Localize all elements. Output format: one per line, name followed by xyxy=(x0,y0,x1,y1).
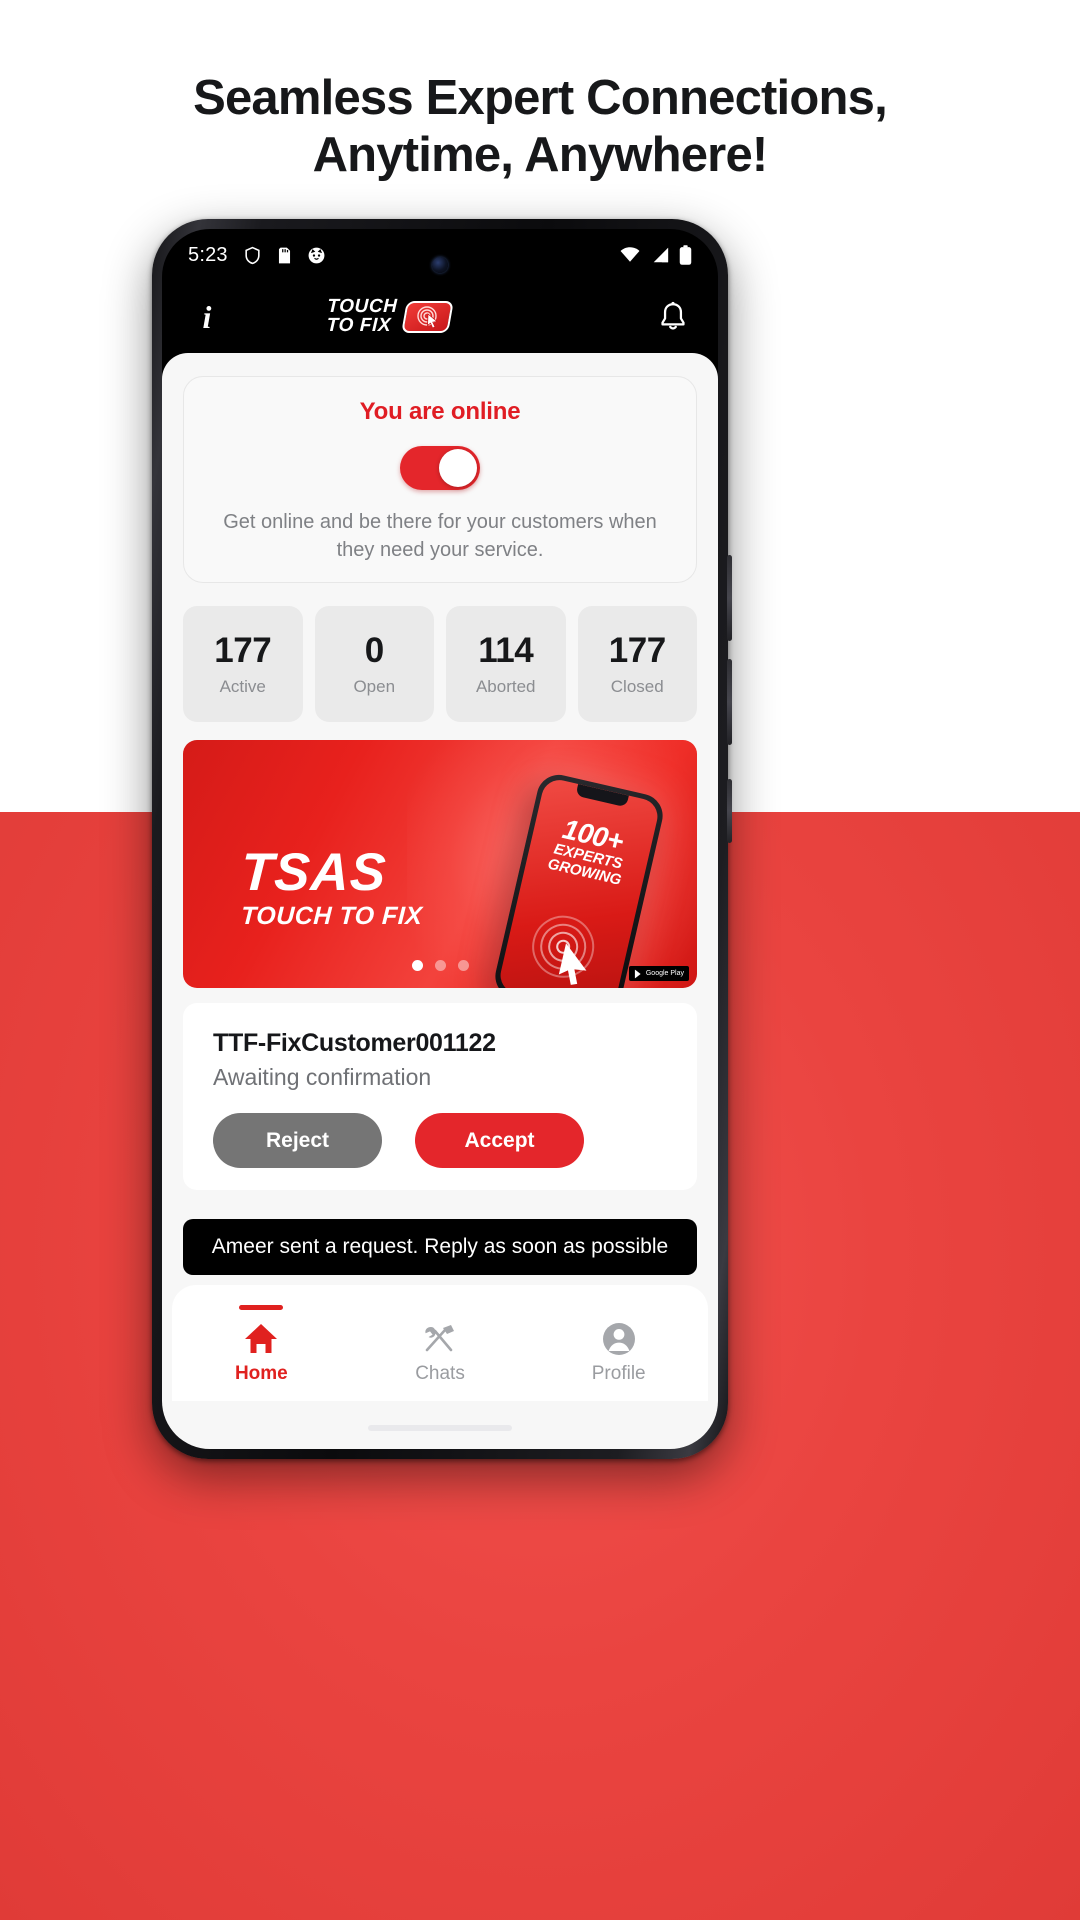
reject-button[interactable]: Reject xyxy=(213,1113,382,1168)
nav-item-profile[interactable]: Profile xyxy=(529,1305,708,1385)
front-camera xyxy=(432,257,448,273)
request-status-text: Awaiting confirmation xyxy=(213,1064,432,1090)
banner-brand-name: TSAS xyxy=(239,843,388,902)
stat-card-active[interactable]: 177 Active xyxy=(183,606,303,722)
active-tab-indicator xyxy=(239,1305,284,1310)
nav-label: Profile xyxy=(591,1363,646,1384)
banner-tagline: TOUCH TO FIX xyxy=(240,902,424,931)
tools-icon xyxy=(421,1319,459,1359)
headline-line-1: Seamless Expert Connections, xyxy=(193,71,888,125)
page-headline: Seamless Expert Connections, Anytime, An… xyxy=(0,70,1080,184)
stat-label: Closed xyxy=(610,677,664,696)
request-card: TTF-FixCustomer001122 Awaiting confirmat… xyxy=(183,1003,697,1190)
volume-up-button[interactable] xyxy=(727,555,732,641)
logo-line-2: TO FIX xyxy=(325,315,392,336)
person-icon xyxy=(601,1319,637,1359)
carousel-dots[interactable] xyxy=(183,960,697,971)
volume-down-button[interactable] xyxy=(727,659,732,745)
battery-icon xyxy=(679,244,692,265)
promo-banner-carousel[interactable]: TSAS TOUCH TO FIX 100+ EXPERTS GROWING G… xyxy=(183,740,697,988)
nav-label: Chats xyxy=(415,1363,465,1384)
toast-message: Ameer sent a request. Reply as soon as p… xyxy=(211,1235,669,1258)
signal-icon xyxy=(653,247,669,263)
shield-icon xyxy=(245,246,260,264)
bottom-navigation-bar: Home Chats Profile xyxy=(172,1285,708,1401)
banner-brand-logo: TSAS TOUCH TO FIX xyxy=(239,843,424,933)
stat-label: Aborted xyxy=(475,677,536,696)
carousel-dot[interactable] xyxy=(434,960,446,971)
stat-card-open[interactable]: 0 Open xyxy=(314,606,434,722)
toast-notification: Ameer sent a request. Reply as soon as p… xyxy=(183,1219,697,1275)
carousel-dot[interactable] xyxy=(457,960,469,971)
online-status-card: You are online Get online and be there f… xyxy=(183,376,697,583)
request-customer-id: TTF-FixCustomer001122 xyxy=(213,1029,496,1057)
accept-button[interactable]: Accept xyxy=(415,1113,584,1168)
stat-value: 0 xyxy=(364,631,384,670)
toggle-knob xyxy=(439,449,477,487)
google-play-badge-label: Google Play xyxy=(645,970,684,977)
active-tab-indicator xyxy=(597,1305,641,1310)
status-time: 5:23 xyxy=(188,243,228,266)
stat-value: 177 xyxy=(608,631,666,670)
headline-line-2: Anytime, Anywhere! xyxy=(312,127,769,182)
stat-value: 114 xyxy=(478,631,534,670)
content-sheet: You are online Get online and be there f… xyxy=(162,353,718,1449)
carousel-dot[interactable] xyxy=(411,960,423,971)
request-actions: Reject Accept xyxy=(213,1113,667,1168)
nav-item-home[interactable]: Home xyxy=(172,1305,351,1385)
power-button[interactable] xyxy=(727,779,732,843)
stat-label: Open xyxy=(353,677,396,696)
nav-item-chats[interactable]: Chats xyxy=(351,1305,530,1385)
wifi-icon xyxy=(620,247,640,262)
target-cursor-icon xyxy=(400,301,454,333)
info-icon[interactable]: i xyxy=(190,301,224,333)
google-play-icon xyxy=(634,969,641,978)
nav-label: Home xyxy=(234,1363,288,1384)
phone-device-frame: 5:23 i TOUCH TO FIX You are online Get o… xyxy=(152,219,732,1459)
google-play-badge[interactable]: Google Play xyxy=(628,966,689,981)
stat-card-aborted[interactable]: 114 Aborted xyxy=(446,606,566,722)
sd-card-icon xyxy=(278,247,290,263)
online-status-description: Get online and be there for your custome… xyxy=(223,511,657,561)
cat-face-icon xyxy=(308,247,325,263)
app-logo: TOUCH TO FIX xyxy=(325,296,454,336)
ripple-cursor-icon xyxy=(532,915,595,985)
bell-icon[interactable] xyxy=(656,300,690,334)
stat-card-closed[interactable]: 177 Closed xyxy=(577,606,697,722)
online-status-title: You are online xyxy=(359,398,521,425)
home-indicator[interactable] xyxy=(368,1425,512,1431)
home-icon xyxy=(243,1319,279,1359)
app-bar: i TOUCH TO FIX xyxy=(162,281,718,353)
phone-screen: 5:23 i TOUCH TO FIX You are online Get o… xyxy=(162,229,718,1449)
stat-value: 177 xyxy=(214,631,272,670)
stats-row: 177 Active 0 Open 114 Aborted 177 Closed xyxy=(183,606,697,722)
online-toggle-switch[interactable] xyxy=(400,446,480,490)
status-bar: 5:23 xyxy=(162,229,718,281)
stat-label: Active xyxy=(219,677,266,696)
active-tab-indicator xyxy=(418,1305,462,1310)
